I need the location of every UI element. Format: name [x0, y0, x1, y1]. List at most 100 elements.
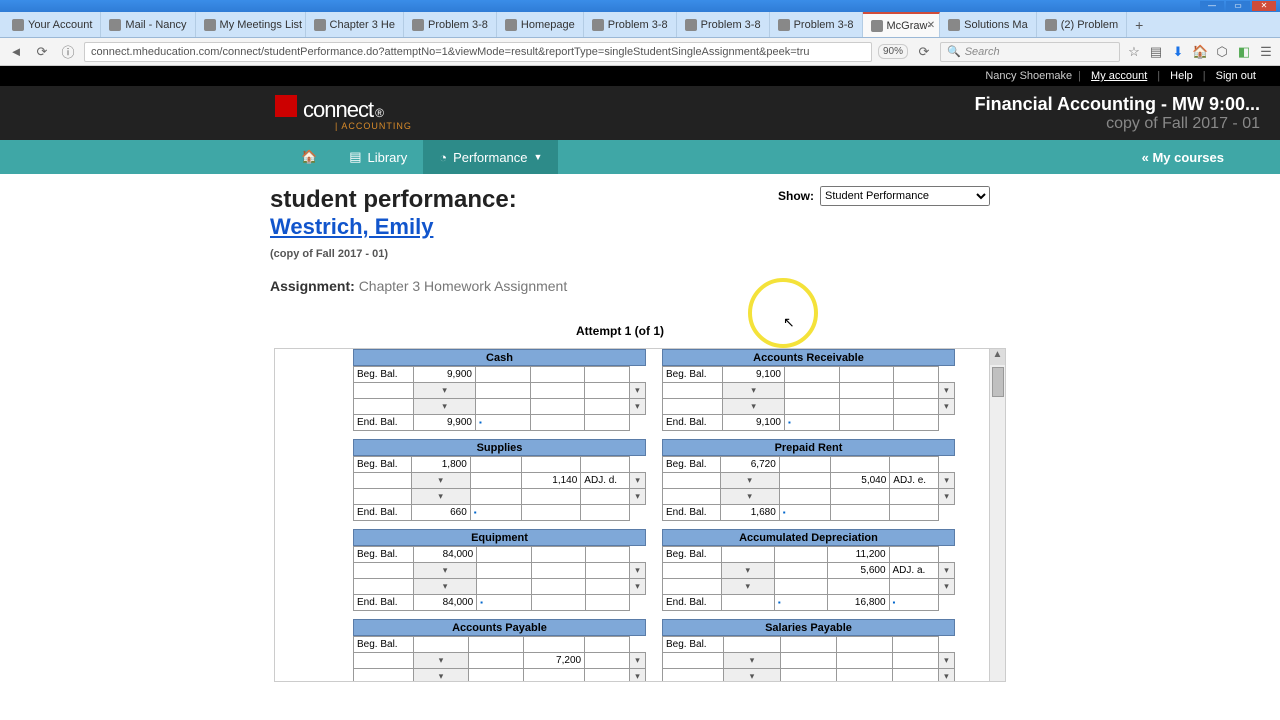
cell: [780, 669, 836, 683]
dropdown[interactable]: ▾: [630, 489, 646, 505]
url-bar[interactable]: [84, 42, 872, 62]
dropdown[interactable]: ▾: [723, 383, 785, 399]
dropdown[interactable]: ▾: [721, 563, 774, 579]
dropdown[interactable]: ▾: [938, 383, 954, 399]
zoom-level[interactable]: 90%: [878, 44, 908, 59]
t-account: Accounts PayableBeg. Bal.▾7,200▾▾▾End. B…: [353, 619, 646, 682]
nav-library[interactable]: ▤Library: [333, 140, 423, 174]
dropdown[interactable]: ▾: [939, 579, 955, 595]
student-name-link[interactable]: Westrich, Emily: [270, 214, 433, 239]
dropdown[interactable]: ▾: [629, 383, 645, 399]
nav-my-courses[interactable]: « My courses: [1126, 140, 1240, 174]
window-maximize[interactable]: ▭: [1226, 1, 1250, 11]
dropdown[interactable]: ▾: [939, 473, 955, 489]
cell: [779, 489, 830, 505]
search-box[interactable]: 🔍 Search: [940, 42, 1120, 62]
dropdown[interactable]: ▾: [939, 563, 955, 579]
dropdown[interactable]: ▾: [414, 383, 476, 399]
dropdown[interactable]: ▾: [629, 653, 645, 669]
tab-label: Mail - Nancy: [125, 19, 186, 31]
scroll-thumb[interactable]: [992, 367, 1004, 397]
cell: [522, 505, 581, 521]
t-account: Prepaid RentBeg. Bal.6,720▾5,040ADJ. e.▾…: [662, 439, 955, 521]
dropdown[interactable]: ▾: [939, 489, 955, 505]
dropdown[interactable]: ▾: [629, 579, 645, 595]
dropdown[interactable]: ▾: [724, 653, 781, 669]
browser-tab[interactable]: Problem 3-8: [584, 12, 677, 37]
browser-tab[interactable]: Mail - Nancy: [101, 12, 195, 37]
new-tab-button[interactable]: +: [1127, 12, 1151, 37]
dropdown[interactable]: ▾: [629, 563, 645, 579]
dropdown[interactable]: ▾: [723, 399, 785, 415]
dropdown[interactable]: ▾: [413, 653, 468, 669]
favicon-icon: [505, 19, 517, 31]
cell: [724, 637, 781, 653]
cell: [785, 383, 840, 399]
extension-icon[interactable]: ◧: [1236, 44, 1252, 60]
browser-tab[interactable]: Problem 3-8: [404, 12, 497, 37]
dropdown[interactable]: ▾: [938, 653, 954, 669]
reader-icon[interactable]: ▤: [1148, 44, 1164, 60]
cell: [476, 399, 531, 415]
browser-tab[interactable]: McGraw-✕: [863, 12, 941, 37]
browser-tab[interactable]: Chapter 3 He: [306, 12, 404, 37]
browser-tab[interactable]: Problem 3-8: [770, 12, 863, 37]
dropdown[interactable]: ▾: [414, 399, 476, 415]
downloads-icon[interactable]: ⬇: [1170, 44, 1186, 60]
nav-home[interactable]: 🏠: [285, 140, 333, 174]
back-button[interactable]: ◄: [6, 44, 26, 59]
scroll-up-icon[interactable]: ▲: [990, 349, 1005, 365]
reload-icon[interactable]: ⟳: [914, 44, 934, 60]
window-close[interactable]: ✕: [1252, 1, 1276, 11]
dropdown[interactable]: ▾: [721, 579, 774, 595]
dropdown[interactable]: ▾: [720, 473, 779, 489]
browser-tab[interactable]: Homepage: [497, 12, 584, 37]
help-link[interactable]: Help: [1166, 70, 1197, 82]
my-account-link[interactable]: My account: [1087, 70, 1151, 82]
vertical-scrollbar[interactable]: ▲: [989, 349, 1005, 681]
cell: [840, 367, 894, 383]
dropdown[interactable]: ▾: [629, 399, 645, 415]
adj-value: 7,200: [523, 653, 584, 669]
identity-icon[interactable]: ⓘ: [58, 42, 78, 61]
cell: [840, 415, 894, 431]
assignment-value: Chapter 3 Homework Assignment: [359, 278, 568, 294]
dropdown[interactable]: ▾: [413, 669, 468, 683]
browser-tab[interactable]: Solutions Ma: [940, 12, 1037, 37]
show-dropdown[interactable]: Student Performance: [820, 186, 990, 206]
browser-tab[interactable]: My Meetings List: [196, 12, 306, 37]
dropdown[interactable]: ▾: [630, 473, 646, 489]
dropdown[interactable]: ▾: [938, 399, 954, 415]
cell: [890, 505, 939, 521]
cell: [531, 399, 585, 415]
assignment-row: Assignment: Chapter 3 Homework Assignmen…: [270, 278, 1010, 294]
beg-label: Beg. Bal.: [663, 637, 724, 653]
chevron-down-icon: ▼: [534, 152, 543, 162]
nav-performance[interactable]: ◔Performance▼: [423, 140, 558, 174]
favicon-icon: [871, 20, 883, 32]
course-title-box: Financial Accounting - MW 9:00... copy o…: [975, 94, 1260, 133]
menu-icon[interactable]: ☰: [1258, 44, 1274, 60]
account-table: Beg. Bal.9,100▾▾▾▾End. Bal.9,100▪: [662, 366, 955, 431]
tab-close-icon[interactable]: ✕: [927, 20, 935, 31]
reload-button[interactable]: ⟳: [32, 44, 52, 60]
home-icon[interactable]: 🏠: [1192, 44, 1208, 60]
dropdown[interactable]: ▾: [411, 473, 470, 489]
assignment-label: Assignment:: [270, 278, 355, 294]
dropdown[interactable]: ▾: [629, 669, 645, 683]
window-minimize[interactable]: —: [1200, 1, 1224, 11]
browser-tab[interactable]: (2) Problem: [1037, 12, 1127, 37]
dropdown[interactable]: ▾: [414, 579, 477, 595]
dropdown[interactable]: ▾: [414, 563, 477, 579]
dropdown[interactable]: ▾: [411, 489, 470, 505]
signout-link[interactable]: Sign out: [1212, 70, 1260, 82]
browser-tab[interactable]: Your Account: [4, 12, 101, 37]
dropdown[interactable]: ▾: [720, 489, 779, 505]
bookmark-star-icon[interactable]: ☆: [1126, 44, 1142, 60]
dropdown[interactable]: ▾: [938, 669, 954, 683]
browser-tab[interactable]: Problem 3-8: [677, 12, 770, 37]
pocket-icon[interactable]: ⬡: [1214, 44, 1230, 60]
cell: [780, 637, 836, 653]
cell: [476, 367, 531, 383]
dropdown[interactable]: ▾: [724, 669, 781, 683]
